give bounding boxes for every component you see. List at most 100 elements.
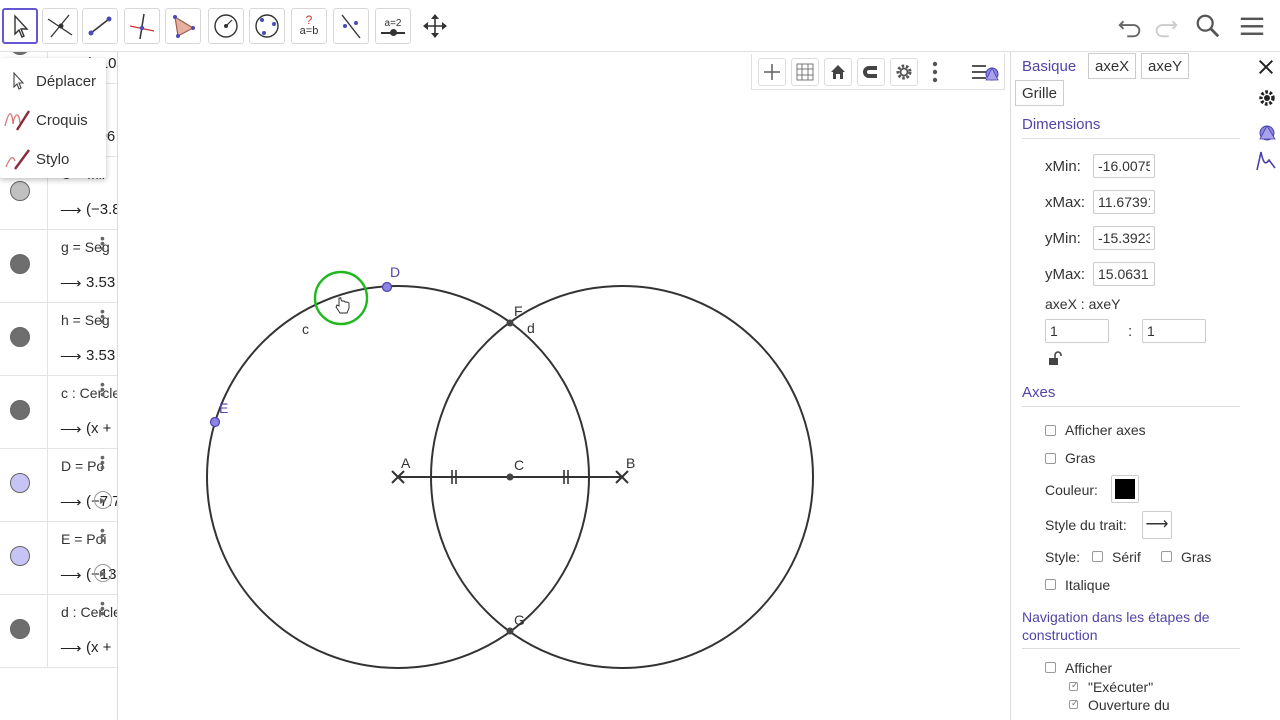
search-button[interactable]	[1192, 10, 1224, 42]
move-view-tool-button[interactable]	[417, 8, 453, 44]
slider-icon: a=2	[381, 18, 405, 36]
menu-item-croquis[interactable]: Croquis	[0, 101, 106, 139]
tab-axex[interactable]: axeX	[1088, 53, 1137, 79]
ratio-x-input[interactable]	[1045, 319, 1109, 343]
open-checkbox[interactable]	[1069, 698, 1079, 709]
execute-checkbox[interactable]	[1069, 680, 1079, 691]
bold-axes-checkbox[interactable]	[1045, 453, 1056, 464]
xmax-input[interactable]	[1093, 190, 1155, 214]
algebra-definition[interactable]: d : Cercle	[61, 604, 117, 620]
point-c[interactable]	[506, 473, 514, 481]
visibility-toggle[interactable]	[10, 400, 30, 420]
tab-basique[interactable]: Basique	[1015, 53, 1084, 79]
close-properties-button[interactable]	[1257, 56, 1275, 82]
xmin-input[interactable]	[1093, 154, 1155, 178]
move-tool-button[interactable]	[2, 8, 38, 44]
menu-item-deplacer[interactable]: Déplacer	[0, 62, 106, 100]
standard-view-button[interactable]	[824, 58, 852, 86]
perpendicular-tool-button[interactable]	[124, 8, 160, 44]
ymin-input[interactable]	[1093, 226, 1155, 250]
undo-button[interactable]	[1114, 10, 1146, 42]
perpendicular-icon	[129, 13, 155, 40]
undo-icon	[1118, 20, 1141, 38]
show-navigation-checkbox[interactable]	[1045, 662, 1056, 673]
algebra-value: 3.53	[86, 347, 116, 364]
main-menu-button[interactable]	[1236, 10, 1268, 42]
more-options-button[interactable]	[930, 60, 940, 84]
more-options-icon[interactable]: •••	[100, 450, 105, 474]
graphics-view[interactable]: A B C D E F G c d	[119, 52, 1005, 720]
tab-grille[interactable]: Grille	[1015, 80, 1065, 106]
algebra-row[interactable]: c : Cercle ⟶ (x + • • •	[0, 376, 117, 449]
segment-tool-button[interactable]	[82, 8, 118, 44]
hand-cursor-icon	[335, 297, 350, 314]
circle-tool-button[interactable]	[208, 8, 244, 44]
ratio-y-input[interactable]	[1142, 319, 1206, 343]
line-style-button[interactable]: ⟶	[1142, 511, 1172, 539]
visibility-toggle[interactable]	[10, 619, 30, 639]
section-divider	[1022, 406, 1240, 407]
ratio-lock-button[interactable]	[1047, 350, 1063, 371]
geometry-canvas[interactable]: A B C D E F G c d	[119, 52, 1005, 720]
tab-axey[interactable]: axeY	[1141, 53, 1190, 79]
point-d[interactable]	[381, 281, 393, 293]
algebra-row[interactable]: h = Seg ⟶ 3.53 • • •	[0, 303, 117, 376]
menu-item-stylo[interactable]: Stylo	[0, 140, 106, 178]
algebra-row[interactable]: E = Poi ⟶ (−13 • • • ▶	[0, 522, 117, 595]
graphics-view-icon[interactable]	[1259, 125, 1276, 141]
reflect-tool-button[interactable]	[333, 8, 369, 44]
bold-style-checkbox[interactable]	[1161, 551, 1172, 562]
point-intersect-tool-button[interactable]	[42, 8, 78, 44]
point-e[interactable]	[209, 416, 221, 428]
graphics-settings-button[interactable]	[890, 58, 918, 86]
algebra-definition[interactable]: c : Cercle	[61, 385, 117, 401]
show-axes-checkbox[interactable]	[1045, 425, 1056, 436]
italic-checkbox[interactable]	[1045, 579, 1056, 590]
toggle-grid-button[interactable]	[791, 58, 819, 86]
point-g[interactable]	[506, 627, 514, 635]
visibility-toggle[interactable]	[10, 546, 30, 566]
algebra-row[interactable]: D = Po ⟶ (−7.7 • • • ▶	[0, 449, 117, 522]
polygon-tool-button[interactable]	[165, 8, 201, 44]
more-options-icon[interactable]: •••	[100, 231, 105, 255]
relation-tool-button[interactable]: ? a=b	[291, 8, 327, 44]
algebra-view-icon[interactable]	[1256, 151, 1276, 171]
more-options-icon[interactable]: •••	[100, 523, 105, 547]
dimensions-title: Dimensions	[1022, 116, 1101, 133]
arrow-icon: ⟶	[60, 567, 82, 584]
move-view-icon	[423, 14, 447, 38]
menu-item-label: Stylo	[36, 150, 70, 168]
reflect-icon	[341, 14, 361, 39]
algebra-row[interactable]: g = Seg ⟶ 3.53 • • •	[0, 230, 117, 303]
bold-axes-label: Gras	[1065, 450, 1096, 466]
axes-color-button[interactable]	[1111, 475, 1139, 503]
point-f[interactable]	[506, 319, 514, 327]
visibility-toggle[interactable]	[10, 327, 30, 347]
visibility-toggle[interactable]	[10, 254, 30, 274]
circle-three-points-tool-button[interactable]	[249, 8, 285, 44]
serif-checkbox[interactable]	[1092, 551, 1103, 562]
point-capturing-button[interactable]	[857, 58, 885, 86]
play-icon[interactable]: ▶	[94, 491, 112, 509]
ymax-input[interactable]	[1093, 262, 1155, 286]
algebra-row[interactable]: d : Cercle ⟶ (x + • • •	[0, 595, 117, 668]
visibility-toggle[interactable]	[10, 52, 30, 55]
redo-button[interactable]	[1150, 10, 1182, 42]
label-d: D	[390, 264, 400, 280]
gear-icon[interactable]	[1259, 90, 1275, 106]
toggle-style-bar-button[interactable]	[970, 60, 1000, 84]
play-icon[interactable]: ▶	[94, 564, 112, 582]
algebra-definition[interactable]: D = Po	[61, 458, 104, 474]
label-circle-c: c	[302, 321, 309, 337]
visibility-toggle[interactable]	[10, 473, 30, 493]
toggle-axes-button[interactable]	[758, 58, 786, 86]
row-separator	[47, 522, 48, 595]
more-options-icon[interactable]: •••	[100, 377, 105, 401]
slider-tool-button[interactable]: a=2	[375, 8, 411, 44]
serif-label: Sérif	[1112, 549, 1141, 565]
section-divider	[1022, 138, 1240, 139]
more-options-icon[interactable]: •••	[100, 304, 105, 328]
more-options-icon[interactable]: •••	[100, 596, 105, 620]
visibility-toggle[interactable]	[10, 181, 30, 201]
label-g: G	[514, 612, 525, 628]
